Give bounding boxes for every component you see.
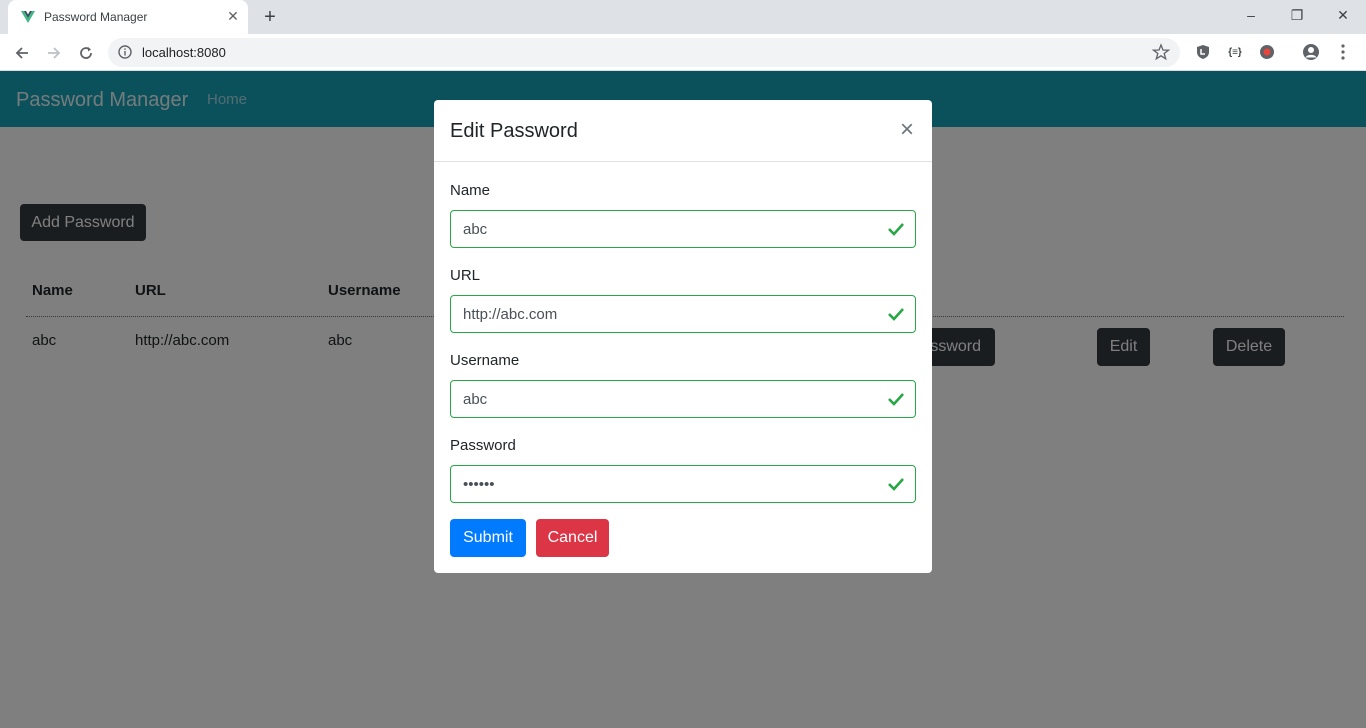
url-field-value: http://abc.com — [463, 306, 558, 323]
cancel-button[interactable]: Cancel — [536, 519, 609, 557]
browser-tab[interactable]: Password Manager ✕ — [8, 0, 248, 34]
url-label: URL — [450, 267, 481, 284]
name-label: Name — [450, 182, 491, 199]
check-icon — [888, 308, 904, 321]
password-field-value: •••••• — [463, 476, 495, 493]
submit-button[interactable]: Submit — [450, 519, 526, 557]
new-tab-button[interactable]: + — [258, 5, 282, 29]
back-arrow-icon — [15, 47, 28, 59]
check-icon — [888, 478, 904, 491]
profile-avatar-icon[interactable] — [1302, 43, 1320, 61]
browser-toolbar: localhost:8080 {≡} — [0, 34, 1366, 71]
json-extension-icon[interactable]: {≡} — [1226, 43, 1244, 61]
name-field-value: abc — [463, 221, 488, 238]
url-text: localhost:8080 — [142, 45, 226, 60]
reload-button[interactable] — [72, 39, 100, 67]
password-label: Password — [450, 437, 516, 454]
minimize-button[interactable]: – — [1228, 0, 1274, 30]
close-icon[interactable]: × — [896, 116, 918, 144]
restore-button[interactable]: ❐ — [1274, 0, 1320, 30]
username-field-value: abc — [463, 391, 488, 408]
username-field[interactable]: abc — [450, 380, 916, 418]
address-bar[interactable]: localhost:8080 — [108, 38, 1180, 67]
tab-close-icon[interactable]: ✕ — [224, 7, 242, 25]
forward-button[interactable] — [40, 39, 68, 67]
edit-password-modal: Edit Password × Name abc URL http://abc.… — [434, 100, 932, 573]
reload-icon — [80, 47, 92, 59]
forward-arrow-icon — [48, 47, 61, 59]
tab-title: Password Manager — [44, 10, 148, 24]
shield-extension-icon[interactable] — [1194, 43, 1212, 61]
username-label: Username — [450, 352, 520, 369]
url-field[interactable]: http://abc.com — [450, 295, 916, 333]
modal-header: Edit Password × — [434, 100, 932, 162]
back-button[interactable] — [8, 39, 36, 67]
devtools-extension-icon[interactable] — [1258, 43, 1276, 61]
modal-title: Edit Password — [450, 120, 578, 142]
vue-logo-icon — [21, 11, 35, 23]
name-field[interactable]: abc — [450, 210, 916, 248]
password-field[interactable]: •••••• — [450, 465, 916, 503]
check-icon — [888, 223, 904, 236]
check-icon — [888, 393, 904, 406]
bookmark-star-icon[interactable] — [1152, 43, 1170, 61]
info-icon[interactable] — [118, 45, 132, 59]
browser-tabstrip: Password Manager ✕ + – ❐ ✕ — [0, 0, 1366, 34]
menu-dots-icon[interactable] — [1334, 43, 1352, 61]
window-close-button[interactable]: ✕ — [1320, 0, 1366, 30]
